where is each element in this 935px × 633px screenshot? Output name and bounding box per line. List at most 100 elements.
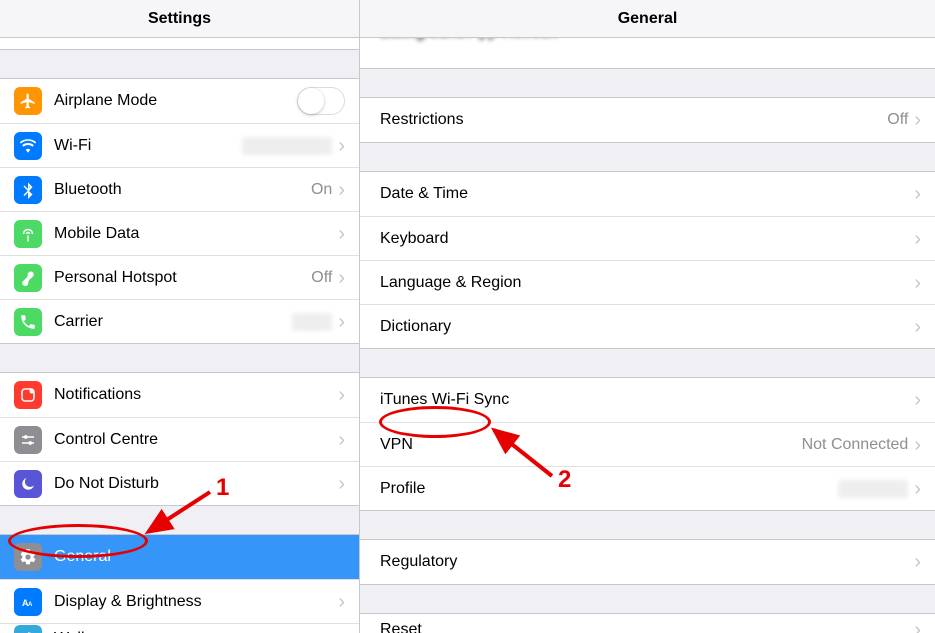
row-label: Background App Refresh <box>380 38 558 42</box>
wallpaper-icon <box>14 625 42 633</box>
sidebar-item-carrier[interactable]: Carrier › <box>0 299 359 343</box>
chevron-right-icon: › <box>338 224 345 244</box>
svg-text:A: A <box>28 601 33 607</box>
sidebar-item-bluetooth[interactable]: Bluetooth On › <box>0 167 359 211</box>
row-label: Do Not Disturb <box>54 475 338 493</box>
sidebar-item-general[interactable]: General <box>0 535 359 579</box>
detail-item-vpn[interactable]: VPN Not Connected › <box>360 422 935 466</box>
sidebar-item-control-centre[interactable]: Control Centre › <box>0 417 359 461</box>
sidebar-item-do-not-disturb[interactable]: Do Not Disturb › <box>0 461 359 505</box>
chevron-right-icon: › <box>914 620 921 633</box>
sidebar-group-connectivity: Airplane Mode Wi-Fi › Bluetooth <box>0 78 359 344</box>
detail-prev-group-partial: Background App Refresh › <box>360 38 935 69</box>
chevron-right-icon: › <box>914 184 921 204</box>
row-label: Display & Brightness <box>54 593 338 611</box>
row-label: Restrictions <box>380 111 887 129</box>
detail-group-restrictions: Restrictions Off › <box>360 97 935 143</box>
detail-item-profile[interactable]: Profile › <box>360 466 935 510</box>
chevron-right-icon: › <box>338 268 345 288</box>
detail-group-sync-vpn: iTunes Wi-Fi Sync › VPN Not Connected › … <box>360 377 935 511</box>
row-value: Off <box>311 269 332 287</box>
moon-icon <box>14 470 42 498</box>
sidebar-item-airplane-mode[interactable]: Airplane Mode <box>0 79 359 123</box>
row-label: Dictionary <box>380 318 914 336</box>
profile-name <box>838 480 908 498</box>
chevron-right-icon: › <box>338 385 345 405</box>
detail-item-reset[interactable]: Reset › <box>360 614 935 633</box>
row-label: Reset <box>380 621 914 633</box>
chevron-right-icon: › <box>914 273 921 293</box>
chevron-right-icon: › <box>558 38 565 43</box>
chevron-right-icon: › <box>338 180 345 200</box>
chevron-right-icon: › <box>914 552 921 572</box>
chevron-right-icon: › <box>914 390 921 410</box>
row-value: Not Connected <box>802 436 909 454</box>
sidebar-item-mobile-data[interactable]: Mobile Data › <box>0 211 359 255</box>
row-label: Keyboard <box>380 230 914 248</box>
chevron-right-icon: › <box>338 592 345 612</box>
row-label: Bluetooth <box>54 181 311 199</box>
chevron-right-icon: › <box>338 474 345 494</box>
row-label: Regulatory <box>380 553 914 571</box>
row-label: Airplane Mode <box>54 92 297 110</box>
chevron-right-icon: › <box>338 430 345 450</box>
link-icon <box>14 264 42 292</box>
text-size-icon: AA <box>14 588 42 616</box>
chevron-right-icon: › <box>914 317 921 337</box>
detail-pane: General Background App Refresh › Restric… <box>360 0 935 633</box>
chevron-right-icon: › <box>914 110 921 130</box>
row-label: Language & Region <box>380 274 914 292</box>
detail-group-reset: Reset › <box>360 613 935 633</box>
chevron-right-icon: › <box>338 312 345 332</box>
row-value: Off <box>887 111 908 129</box>
chevron-right-icon: › <box>914 479 921 499</box>
detail-item-date-time[interactable]: Date & Time › <box>360 172 935 216</box>
sidebar: Settings Airplane Mode Wi-Fi <box>0 0 360 633</box>
row-label: Carrier <box>54 313 292 331</box>
detail-group-locale: Date & Time › Keyboard › Language & Regi… <box>360 171 935 349</box>
row-label: Wi-Fi <box>54 137 242 155</box>
sidebar-group-alerts: Notifications › Control Centre › Do Not … <box>0 372 359 506</box>
sidebar-item-display-brightness[interactable]: AA Display & Brightness › <box>0 579 359 623</box>
sidebar-partial-prev-item[interactable] <box>0 38 359 50</box>
row-label: Wallpaper <box>54 630 338 633</box>
row-label: Control Centre <box>54 431 338 449</box>
detail-item-language-region[interactable]: Language & Region › <box>360 260 935 304</box>
chevron-right-icon: › <box>914 229 921 249</box>
detail-header: General <box>360 0 935 38</box>
row-label: General <box>54 548 345 566</box>
chevron-right-icon: › <box>338 136 345 156</box>
sidebar-header: Settings <box>0 0 359 38</box>
row-label: Date & Time <box>380 185 914 203</box>
row-label: Personal Hotspot <box>54 269 311 287</box>
chevron-right-icon: › <box>338 629 345 633</box>
airplane-icon <box>14 87 42 115</box>
sliders-icon <box>14 426 42 454</box>
detail-item-dictionary[interactable]: Dictionary › <box>360 304 935 348</box>
row-label: Mobile Data <box>54 225 338 243</box>
row-label: iTunes Wi-Fi Sync <box>380 391 914 409</box>
notifications-icon <box>14 381 42 409</box>
antenna-icon <box>14 220 42 248</box>
sidebar-item-personal-hotspot[interactable]: Personal Hotspot Off › <box>0 255 359 299</box>
row-label: Profile <box>380 480 838 498</box>
airplane-switch[interactable] <box>297 87 345 115</box>
detail-item-itunes-wifi-sync[interactable]: iTunes Wi-Fi Sync › <box>360 378 935 422</box>
wifi-icon <box>14 132 42 160</box>
detail-group-regulatory: Regulatory › <box>360 539 935 585</box>
chevron-right-icon: › <box>914 435 921 455</box>
sidebar-item-wallpaper[interactable]: Wallpaper › <box>0 623 359 633</box>
carrier-name <box>292 313 332 331</box>
row-value: On <box>311 181 332 199</box>
detail-item-regulatory[interactable]: Regulatory › <box>360 540 935 584</box>
row-label: VPN <box>380 436 802 454</box>
wifi-network-name <box>242 137 332 155</box>
sidebar-item-notifications[interactable]: Notifications › <box>0 373 359 417</box>
detail-item-restrictions[interactable]: Restrictions Off › <box>360 98 935 142</box>
detail-item-background-app-refresh[interactable]: Background App Refresh › <box>360 38 935 68</box>
sidebar-group-device: General AA Display & Brightness › Wallpa… <box>0 534 359 633</box>
phone-icon <box>14 308 42 336</box>
bluetooth-icon <box>14 176 42 204</box>
detail-item-keyboard[interactable]: Keyboard › <box>360 216 935 260</box>
sidebar-item-wifi[interactable]: Wi-Fi › <box>0 123 359 167</box>
